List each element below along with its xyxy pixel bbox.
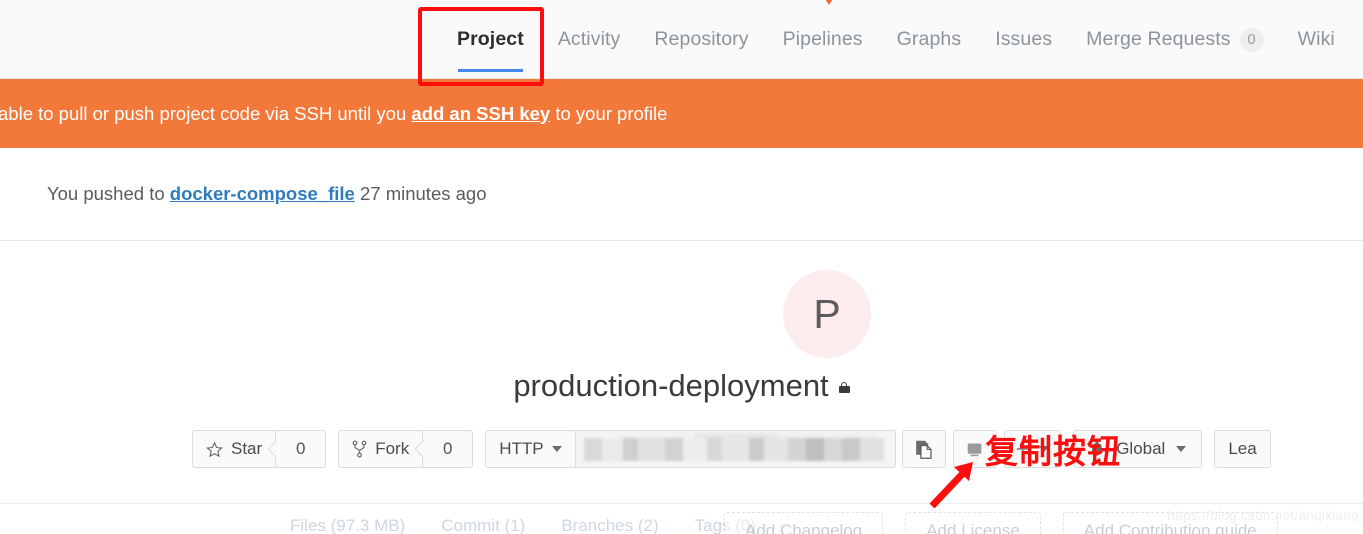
tab-repository-label: Repository: [654, 28, 749, 50]
bell-icon: [1091, 441, 1104, 456]
banner-message: able to pull or push project code via SS…: [0, 103, 667, 125]
project-title: production-deployment: [0, 368, 1363, 404]
clone-url-input[interactable]: [575, 430, 896, 468]
fork-count[interactable]: 0: [423, 430, 474, 468]
dropdown-caret-icon: [822, 0, 836, 5]
tab-activity-label: Activity: [557, 28, 621, 50]
copy-url-button[interactable]: [901, 430, 946, 468]
branch-link[interactable]: docker-compose_file: [170, 183, 355, 204]
fork-group: Fork 0: [338, 430, 474, 468]
download-icon: [967, 443, 982, 456]
chevron-down-icon-2: [1039, 446, 1050, 452]
tab-project-label: Project: [457, 28, 524, 50]
star-button[interactable]: Star: [192, 430, 277, 468]
tab-activity[interactable]: Activity: [541, 0, 638, 79]
fork-button[interactable]: Fork: [338, 430, 424, 468]
push-event-suffix: 27 minutes ago: [354, 183, 487, 204]
star-group: Star 0: [192, 430, 327, 468]
add-changelog-button[interactable]: Add Changelog: [724, 512, 884, 534]
tab-merge-requests-label: Merge Requests: [1086, 28, 1231, 50]
leave-button-label: Lea: [1228, 439, 1257, 458]
push-event-message: You pushed to docker-compose_file 27 min…: [47, 183, 487, 205]
project-avatar: P: [783, 270, 871, 358]
nav-tab-list: Project Activity Repository Pipelines Gr…: [440, 0, 1352, 79]
add-new-dropdown-button[interactable]: +: [1003, 430, 1062, 468]
url-redaction-mosaic: [583, 438, 884, 461]
merge-requests-count-badge: 0: [1239, 27, 1264, 52]
plus-icon: +: [1015, 434, 1031, 463]
tab-pipelines[interactable]: Pipelines: [766, 0, 880, 79]
star-count[interactable]: 0: [276, 430, 327, 468]
chevron-down-icon: [551, 446, 562, 452]
tab-project[interactable]: Project: [440, 0, 541, 79]
fork-button-label: Fork: [375, 439, 410, 458]
tab-merge-requests[interactable]: Merge Requests 0: [1069, 0, 1280, 79]
leave-project-button[interactable]: Lea: [1214, 430, 1271, 468]
project-name: production-deployment: [513, 368, 829, 403]
star-button-label: Star: [231, 439, 263, 458]
lock-icon: [838, 382, 850, 393]
tab-graphs-label: Graphs: [896, 28, 962, 50]
add-license-button[interactable]: Add License: [905, 512, 1041, 534]
protocol-label: HTTP: [499, 439, 544, 458]
active-tab-underline: [458, 69, 523, 72]
tab-graphs[interactable]: Graphs: [880, 0, 979, 79]
notification-settings-button[interactable]: Global: [1073, 430, 1203, 468]
notification-label: Global: [1116, 439, 1166, 458]
tab-wiki[interactable]: Wiki: [1281, 0, 1352, 79]
tab-pipelines-label: Pipelines: [782, 28, 863, 50]
tab-repository[interactable]: Repository: [637, 0, 765, 79]
stat-files[interactable]: Files (97.3 MB): [290, 516, 405, 534]
banner-text-before: able to pull or push project code via SS…: [0, 102, 412, 124]
tab-wiki-label: Wiki: [1297, 28, 1335, 50]
clone-url-group: HTTP: [485, 430, 896, 468]
project-stats-row: Files (97.3 MB) Commit (1) Branches (2) …: [290, 516, 756, 534]
fork-icon: [352, 440, 367, 458]
chevron-down-icon-3: [1176, 446, 1187, 452]
annotation-arrow-icon: [929, 462, 973, 508]
star-icon: [206, 440, 223, 457]
banner-text-after: to your profile: [550, 102, 668, 124]
stat-branches[interactable]: Branches (2): [561, 516, 658, 534]
push-event-prefix: You pushed to: [47, 183, 170, 204]
download-button[interactable]: [952, 430, 997, 468]
copy-icon: [915, 440, 932, 459]
project-avatar-letter: P: [813, 290, 841, 337]
protocol-dropdown-button[interactable]: HTTP: [485, 430, 576, 468]
recent-activity-row: You pushed to docker-compose_file 27 min…: [0, 148, 1363, 241]
project-action-bar: Star 0 Fork 0 HTTP + Global Lea: [192, 430, 1271, 468]
tab-issues[interactable]: Issues: [978, 0, 1069, 79]
watermark-text: https://blog.csdn.net/anqixiang: [1167, 508, 1359, 523]
add-ssh-key-link[interactable]: add an SSH key: [411, 103, 550, 124]
page-root: Project Activity Repository Pipelines Gr…: [0, 0, 1363, 534]
section-divider: [0, 503, 1363, 504]
stat-commits[interactable]: Commit (1): [441, 516, 525, 534]
tab-issues-label: Issues: [995, 28, 1053, 50]
project-nav-bar: Project Activity Repository Pipelines Gr…: [0, 0, 1363, 79]
ssh-key-warning-banner: able to pull or push project code via SS…: [0, 79, 1363, 148]
